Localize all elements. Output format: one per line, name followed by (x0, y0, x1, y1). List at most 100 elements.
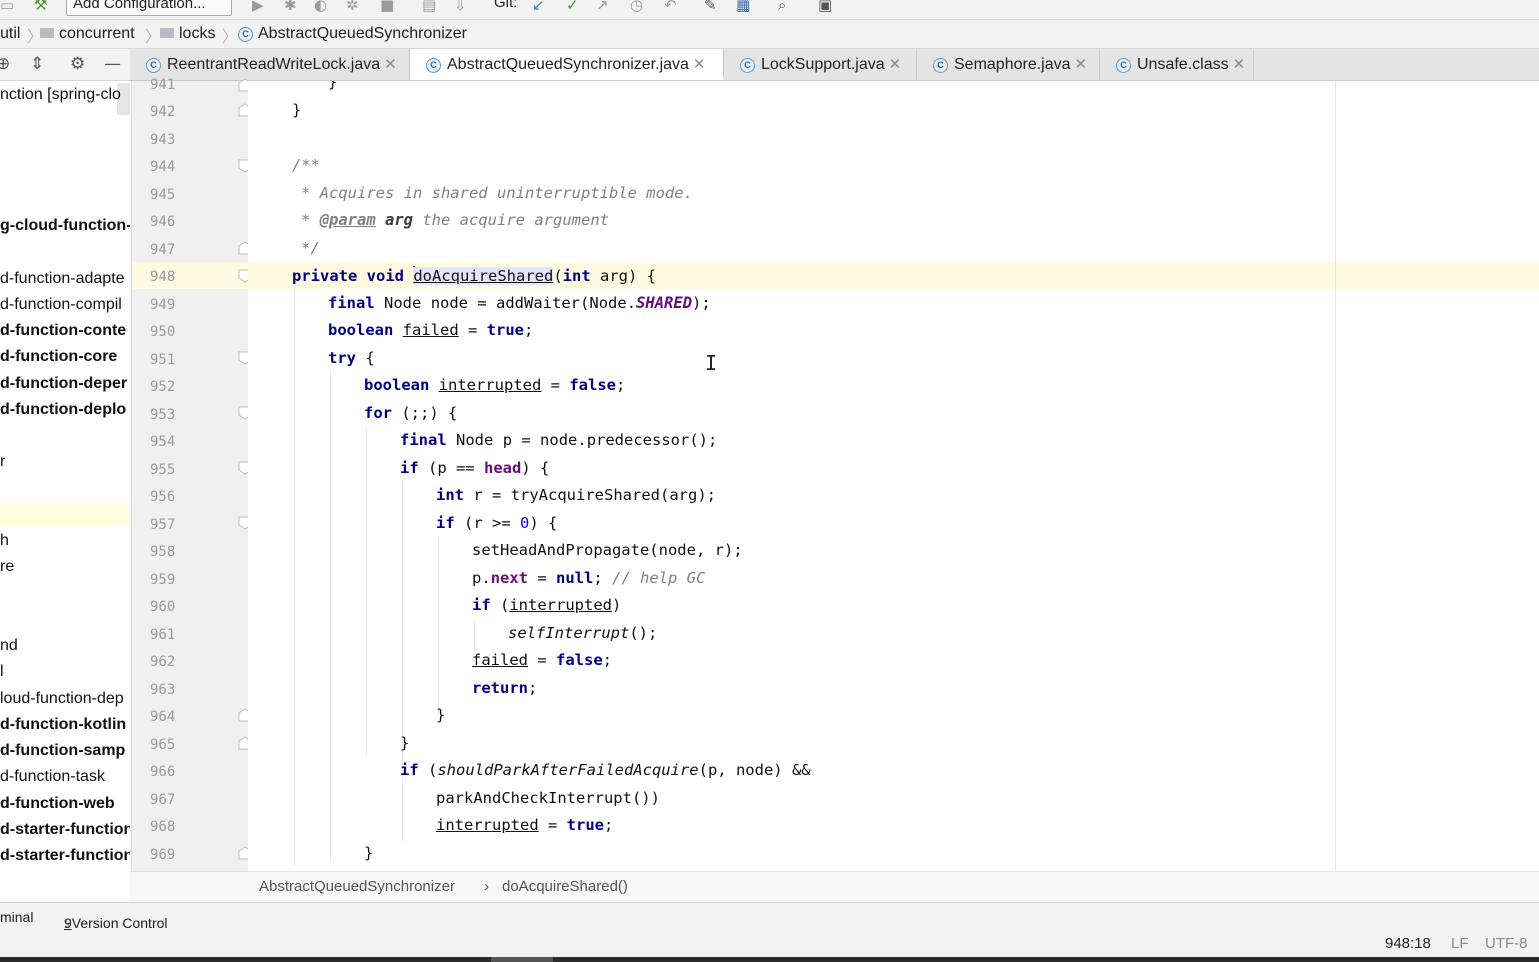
line-number: 950 (150, 324, 176, 340)
profile-icon[interactable]: ✲ (346, 0, 359, 14)
close-icon[interactable]: ✕ (693, 56, 706, 73)
line-number: 962 (150, 654, 176, 670)
crumb-concurrent[interactable]: concurrent (40, 25, 135, 43)
line-number: 963 (150, 682, 176, 698)
git-commit-icon[interactable]: ✓ (566, 0, 579, 14)
breadcrumb-method[interactable]: doAcquireShared() (502, 878, 628, 895)
tree-item[interactable]: d-function-deper (0, 375, 127, 393)
build-hammer-icon[interactable]: ⚒ (34, 0, 47, 14)
file-encoding[interactable]: UTF-8 (1485, 935, 1528, 952)
line-number: 969 (150, 847, 176, 863)
crumb-locks[interactable]: locks (160, 25, 215, 43)
coverage-icon[interactable]: ◐ (314, 0, 327, 14)
tree-item[interactable]: d-function-compil (0, 296, 122, 314)
close-icon[interactable]: ✕ (1075, 56, 1088, 73)
stop-icon[interactable]: ■ (380, 0, 394, 14)
locate-icon[interactable]: ⊕ (0, 54, 10, 74)
tree-item[interactable]: h (0, 532, 9, 550)
tree-item[interactable]: d-function-task (0, 768, 105, 786)
debug-icon[interactable]: ✱ (284, 0, 297, 14)
history-icon[interactable]: ◷ (630, 0, 643, 14)
search-icon[interactable]: ⌕ (778, 0, 786, 14)
tree-item[interactable]: d-function-core (0, 348, 117, 366)
tab-semaphore[interactable]: C Semaphore.java ✕ (917, 49, 1100, 80)
line-number: 952 (150, 379, 176, 395)
code-line-959: p.next = null; // help GC (472, 569, 706, 587)
class-icon: C (1116, 58, 1131, 73)
project-toolbar: ⊕ ⇕ ⚙ — (0, 49, 130, 81)
tab-reentrantreadwritelock[interactable]: C ReentrantReadWriteLock.java ✕ (130, 49, 410, 80)
tab-abstractqueuedsynchronizer[interactable]: C AbstractQueuedSynchronizer.java ✕ (410, 49, 724, 80)
folder-icon (40, 28, 54, 38)
tree-item[interactable]: l (0, 663, 4, 681)
tab-unsafe[interactable]: C Unsafe.class ✕ (1100, 49, 1254, 80)
crumb-util[interactable]: util (0, 25, 20, 43)
crumb-class[interactable]: C AbstractQueuedSynchronizer (238, 25, 467, 43)
tab-locksupport[interactable]: C LockSupport.java ✕ (724, 49, 917, 80)
structure-icon[interactable]: ▤ (422, 0, 436, 14)
tree-item[interactable]: nction [spring-clo (0, 86, 121, 104)
tree-item[interactable]: r (0, 453, 5, 471)
indent-guide (330, 371, 331, 861)
terminal-tab[interactable]: minal (0, 909, 33, 925)
code-line-949: final Node node = addWaiter(Node.SHARED)… (328, 294, 711, 312)
tree-item[interactable]: d-function-conte (0, 322, 126, 340)
tree-item[interactable]: d-function-adapte (0, 270, 125, 288)
editor-tabs: C ReentrantReadWriteLock.java ✕ C AbstractQ… (130, 49, 1539, 81)
tree-item[interactable]: re (0, 558, 14, 576)
gear-icon[interactable]: ⚙ (70, 54, 85, 74)
settings-wrench-icon[interactable]: ✎ (704, 0, 717, 14)
line-number: 968 (150, 819, 176, 835)
line-number: 967 (150, 792, 176, 808)
editor-gutter[interactable]: 941 942 943 944 945 946 947 948 949 950 … (131, 77, 278, 871)
breadcrumb-separator: › (484, 878, 489, 895)
line-number: 954 (150, 434, 176, 450)
tree-item[interactable]: loud-function-dep (0, 690, 124, 708)
class-icon: C (933, 58, 948, 73)
save-icon[interactable]: ▭ (0, 0, 14, 14)
line-number: 955 (150, 462, 176, 478)
tree-item[interactable]: d-function-kotlin (0, 716, 126, 734)
line-number: 949 (150, 297, 176, 313)
line-number: 965 (150, 737, 176, 753)
line-number: 948 (150, 269, 176, 285)
code-line-966: if (shouldParkAfterFailedAcquire(p, node… (400, 761, 811, 779)
code-line-951: try { (328, 349, 375, 367)
code-editor[interactable]: } } /** * Acquires in shared uninterrupt… (248, 81, 1539, 871)
tree-item[interactable]: d-function-samp (0, 742, 125, 760)
layout-icon[interactable]: ▣ (818, 0, 832, 14)
git-update-icon[interactable]: ↙ (532, 0, 545, 14)
git-push-icon[interactable]: ↗ (596, 0, 609, 14)
tree-item[interactable]: d-function-web (0, 795, 115, 813)
code-line-961: selfInterrupt(); (508, 624, 658, 642)
breadcrumb-class[interactable]: AbstractQueuedSynchronizer (259, 878, 455, 895)
code-line-942: } (292, 101, 302, 119)
tree-item[interactable]: g-cloud-function- (0, 217, 130, 235)
caret-position[interactable]: 948:18 (1385, 935, 1431, 952)
tree-item[interactable]: nd (0, 637, 18, 655)
collapse-all-icon[interactable]: ⇕ (30, 54, 44, 74)
line-number: 966 (150, 764, 176, 780)
close-icon[interactable]: ✕ (1233, 56, 1246, 73)
project-structure-icon[interactable]: ▦ (736, 0, 750, 14)
code-line-968: interrupted = true; (436, 816, 614, 834)
tree-item[interactable]: d-starter-function (0, 847, 130, 865)
indent-guide (402, 481, 403, 841)
code-line-941: } (328, 81, 338, 91)
hide-icon[interactable]: — (104, 54, 121, 74)
deploy-icon[interactable]: ⇩ (454, 0, 467, 14)
code-line-950: boolean failed = true; (328, 321, 534, 339)
indent-guide (474, 621, 475, 651)
run-configuration-select[interactable]: Add Configuration... (66, 0, 232, 16)
rollback-icon[interactable]: ↶ (664, 0, 677, 14)
close-icon[interactable]: ✕ (889, 56, 902, 73)
run-icon[interactable]: ▶ (252, 0, 264, 14)
close-icon[interactable]: ✕ (384, 56, 397, 73)
tree-item[interactable]: d-function-deplo (0, 401, 126, 419)
tree-item[interactable]: d-starter-function (0, 821, 130, 839)
folder-icon (160, 28, 174, 38)
line-number: 957 (150, 517, 176, 533)
line-separator[interactable]: LF (1451, 935, 1469, 952)
line-number: 960 (150, 599, 176, 615)
code-line-965: } (400, 734, 410, 752)
